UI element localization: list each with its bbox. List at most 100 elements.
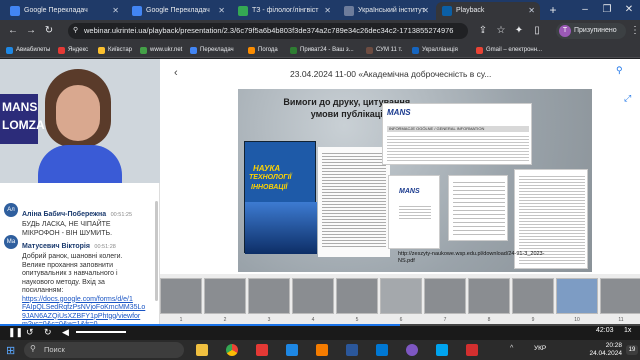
maximize-icon[interactable]: ❐ bbox=[596, 0, 618, 20]
forward-icon[interactable]: → bbox=[24, 24, 38, 38]
app-icon[interactable] bbox=[406, 344, 418, 356]
close-icon[interactable]: ✕ bbox=[528, 2, 535, 20]
weather-icon bbox=[248, 47, 255, 54]
clock-time[interactable]: 20:28 bbox=[582, 342, 622, 349]
banner-text: MANS bbox=[2, 100, 38, 114]
bookmark-item[interactable]: Приват24 - Ваш з... bbox=[290, 45, 354, 56]
slide: Вимоги до друку, цитування, умови публік… bbox=[238, 89, 592, 272]
cover-text-lines bbox=[399, 206, 431, 220]
bookmark-item[interactable]: Укралліанція bbox=[412, 45, 458, 56]
slide-thumbnail[interactable]: 4 bbox=[292, 278, 334, 323]
close-window-icon[interactable]: ✕ bbox=[618, 0, 640, 20]
app-icon[interactable] bbox=[436, 344, 448, 356]
tray-chevron-icon[interactable]: ^ bbox=[510, 345, 513, 352]
mans-logo: MANS bbox=[387, 108, 411, 117]
close-icon[interactable]: ✕ bbox=[324, 2, 331, 20]
app-icon[interactable] bbox=[256, 344, 268, 356]
extensions-icon[interactable]: ✦ bbox=[512, 24, 526, 38]
bookmark-item[interactable]: www.ukr.net bbox=[140, 45, 182, 56]
thumbnail-strip: 1 2 3 4 5 6 7 8 9 10 11 bbox=[160, 274, 640, 324]
bookmark-label: Яндекс bbox=[68, 47, 89, 53]
app-icon[interactable] bbox=[466, 344, 478, 356]
app-icon[interactable] bbox=[316, 344, 328, 356]
url-field[interactable]: ⚲ webinar.ukrintei.ua/playback/presentat… bbox=[68, 23, 468, 39]
webcam-video[interactable]: MANS LOMZA ❐ ⤢ bbox=[0, 59, 160, 183]
bookmark-item[interactable]: Перекладач bbox=[190, 45, 234, 56]
slide-thumbnail[interactable]: 3 bbox=[248, 278, 290, 323]
chat-scrollbar[interactable] bbox=[155, 201, 158, 301]
cover-title: НАУКА bbox=[253, 164, 281, 173]
chrome-icon[interactable] bbox=[226, 344, 238, 356]
bookmark-item[interactable]: Gmail – електронн... bbox=[476, 45, 542, 56]
search-icon[interactable]: ⚲ bbox=[616, 65, 623, 76]
rewind-icon[interactable]: ↺ bbox=[26, 327, 34, 338]
presentation-title: 23.04.2024 11-00 «Академічна доброчесніс… bbox=[290, 69, 492, 79]
article-page bbox=[318, 147, 390, 257]
slide-thumbnail[interactable]: 1 bbox=[160, 278, 202, 323]
speed-button[interactable]: 1x bbox=[624, 327, 631, 334]
language-indicator[interactable]: УКР bbox=[534, 345, 546, 352]
browser-tab-4[interactable]: Український інститут ✕ bbox=[338, 2, 434, 20]
back-icon[interactable]: ← bbox=[6, 24, 20, 38]
form-link[interactable]: FAIpQLSedRqfzPsNVjoFoKmcMM35Lo bbox=[22, 304, 158, 313]
bookmark-item[interactable]: Київстар bbox=[98, 45, 132, 56]
reload-icon[interactable]: ↻ bbox=[42, 24, 56, 38]
close-icon[interactable]: ✕ bbox=[422, 2, 429, 20]
browser-tab-5[interactable]: Playback ✕ bbox=[436, 2, 540, 20]
bookmark-item[interactable]: СУМ 11 т. bbox=[366, 45, 402, 56]
windows-start-icon[interactable]: ⊞ bbox=[6, 344, 15, 357]
profile-button[interactable]: T Призупинено bbox=[556, 23, 626, 39]
pause-icon[interactable]: ❚❚ bbox=[8, 327, 23, 338]
windows-taskbar: ⊞ ⚲ Поиск ^ УКР 20:28 24.04.2024 19 bbox=[0, 340, 640, 360]
menu-icon[interactable]: ⋮ bbox=[628, 24, 640, 38]
minimize-icon[interactable]: – bbox=[574, 0, 596, 20]
share-icon[interactable]: ⇪ bbox=[476, 24, 490, 38]
slide-thumbnail[interactable]: 5 bbox=[336, 278, 378, 323]
volume-icon[interactable]: ◀ bbox=[62, 327, 69, 338]
word-icon[interactable] bbox=[346, 344, 358, 356]
tab-label: Playback bbox=[456, 7, 485, 14]
fullscreen-icon[interactable]: ⤢ bbox=[624, 93, 631, 104]
slide-thumbnail[interactable]: 7 bbox=[424, 278, 466, 323]
browser-tab-3[interactable]: ТЗ - філолог/лінгвіст ✕ bbox=[232, 2, 336, 20]
bookmark-item[interactable]: Погода bbox=[248, 45, 278, 56]
bookmark-star-icon[interactable]: ☆ bbox=[494, 24, 508, 38]
message-line: наукового методу. Вхід за bbox=[22, 278, 105, 286]
bookmark-item[interactable]: Яндекс bbox=[58, 45, 88, 56]
slide-link: http://zeszyty-naukowe.wsp.edu.pl/downlo… bbox=[398, 251, 545, 257]
close-icon[interactable]: ✕ bbox=[112, 2, 119, 20]
site-info-icon[interactable]: ⚲ bbox=[73, 23, 78, 39]
taskbar-search[interactable]: ⚲ Поиск bbox=[24, 342, 184, 358]
playback-icon bbox=[442, 6, 452, 16]
file-explorer-icon[interactable] bbox=[196, 344, 208, 356]
slide-thumbnail[interactable]: 9 bbox=[512, 278, 554, 323]
collapse-chevron-icon[interactable]: ‹ bbox=[174, 67, 178, 79]
app-icon[interactable] bbox=[376, 344, 388, 356]
avatar: Ма bbox=[4, 235, 18, 249]
slide-thumbnail[interactable]: 2 bbox=[204, 278, 246, 323]
sidepanel-icon[interactable]: ▯ bbox=[530, 24, 544, 38]
speaker-body bbox=[38, 145, 122, 183]
slide-thumbnail[interactable]: 8 bbox=[468, 278, 510, 323]
bookmark-item[interactable]: Авиабилеты bbox=[6, 45, 50, 56]
clock-date[interactable]: 24.04.2024 bbox=[582, 350, 622, 357]
cover-title: ТЕХНОЛОГІЇ bbox=[249, 174, 292, 181]
app-icon[interactable] bbox=[286, 344, 298, 356]
slide-thumbnail[interactable]: 11 bbox=[600, 278, 640, 323]
volume-slider[interactable] bbox=[76, 331, 126, 333]
form-link[interactable]: 9JAN6AZQiUsXZBFY1pPhtgg/viewfor bbox=[22, 313, 158, 322]
message-line: посиланням: bbox=[22, 287, 64, 294]
new-tab-button[interactable]: + bbox=[542, 0, 564, 20]
slide-thumbnail[interactable]: 10 bbox=[556, 278, 598, 323]
browser-tab-2[interactable]: Google Перекладач ✕ bbox=[126, 2, 230, 20]
bookmark-label: Приват24 - Ваш з... bbox=[300, 47, 354, 53]
close-icon[interactable]: ✕ bbox=[218, 2, 225, 20]
browser-tab-1[interactable]: Google Перекладач ✕ bbox=[4, 2, 124, 20]
avatar: T bbox=[559, 25, 571, 37]
tab-label: Google Перекладач bbox=[24, 7, 88, 14]
notification-badge[interactable]: 19 bbox=[626, 345, 638, 355]
slide-thumbnail[interactable]: 6 bbox=[380, 278, 422, 323]
form-link[interactable]: https://docs.google.com/forms/d/e/1 bbox=[22, 296, 158, 305]
site-icon bbox=[412, 47, 419, 54]
forward-icon[interactable]: ↻ bbox=[44, 327, 52, 338]
